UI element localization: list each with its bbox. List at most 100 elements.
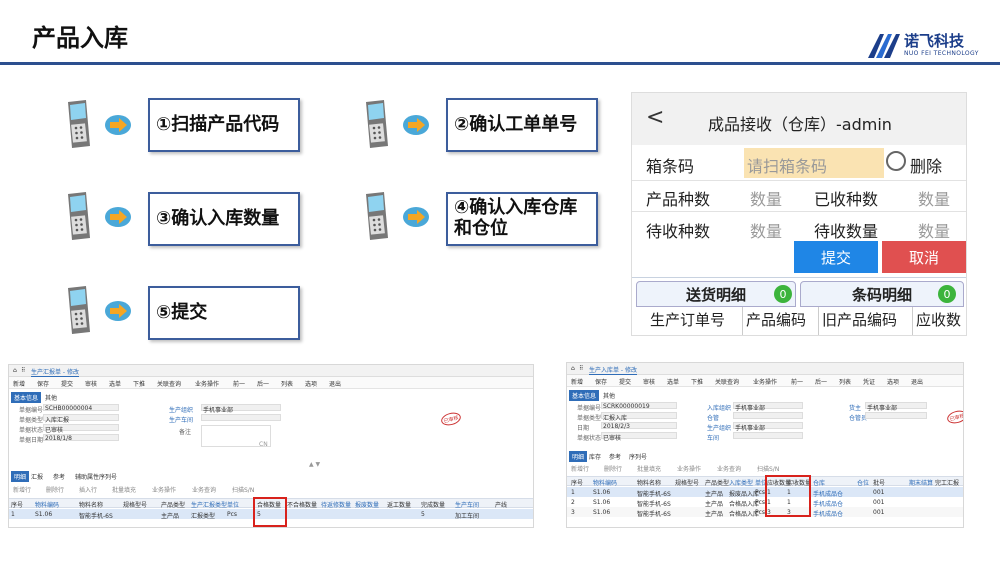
toolbar-button[interactable]: 审核 bbox=[85, 379, 97, 388]
column-header[interactable]: 报废数量 bbox=[355, 500, 379, 509]
toolbar-button[interactable]: 新增 bbox=[13, 379, 25, 388]
toolbar-button[interactable]: 选项 bbox=[305, 379, 317, 388]
column-header[interactable]: 期末结算 bbox=[909, 478, 933, 487]
toolbar-button[interactable]: 关联查询 bbox=[157, 379, 181, 388]
detail-op-button[interactable]: 业务操作 bbox=[677, 464, 701, 473]
tab-document[interactable]: 生产汇报单 - 修改 bbox=[31, 367, 79, 377]
org-input[interactable] bbox=[733, 432, 803, 439]
column-header[interactable]: 批号 bbox=[873, 478, 885, 487]
tab-detail[interactable]: 参考 bbox=[53, 472, 65, 481]
toolbar-button[interactable]: 前一 bbox=[233, 379, 245, 388]
table-cell: 智能手机-6S bbox=[79, 513, 113, 520]
column-header[interactable]: 物料编码 bbox=[593, 478, 617, 487]
column-header: 产品编码 bbox=[746, 311, 807, 329]
grid-icon[interactable]: ⠿ bbox=[579, 365, 583, 372]
scanner-phone-icon bbox=[358, 190, 392, 242]
delete-radio[interactable] bbox=[886, 151, 906, 171]
tab-basic-info[interactable]: 基本信息 bbox=[11, 392, 42, 403]
tab-other[interactable]: 其他 bbox=[603, 391, 615, 400]
toolbar-button[interactable]: 后一 bbox=[815, 377, 827, 386]
toolbar-button[interactable]: 关联查询 bbox=[715, 377, 739, 386]
tab-detail[interactable]: 明细 bbox=[569, 451, 588, 462]
home-icon[interactable]: ⌂ bbox=[13, 367, 17, 374]
tab-document[interactable]: 生产入库单 - 修改 bbox=[589, 365, 637, 375]
detail-op-button[interactable]: 删除行 bbox=[604, 464, 622, 473]
column-header[interactable]: 仓位 bbox=[857, 478, 869, 487]
detail-op-button[interactable]: 业务查询 bbox=[717, 464, 741, 473]
column-header[interactable]: 规格型号 bbox=[123, 500, 147, 509]
toolbar-button[interactable]: 下推 bbox=[133, 379, 145, 388]
cancel-button[interactable]: 取消 bbox=[882, 241, 966, 273]
toolbar-button[interactable]: 选单 bbox=[109, 379, 121, 388]
column-header[interactable]: 物料编码 bbox=[35, 500, 59, 509]
detail-op-button[interactable]: 批量填充 bbox=[112, 485, 136, 494]
detail-op-button[interactable]: 扫描S/N bbox=[757, 464, 779, 473]
tab-detail[interactable]: 库存 bbox=[589, 452, 601, 461]
column-header[interactable]: 物料名称 bbox=[79, 500, 103, 509]
column-header[interactable]: 序号 bbox=[571, 478, 583, 487]
column-header[interactable]: 生产车间 bbox=[455, 500, 479, 509]
detail-op-button[interactable]: 删除行 bbox=[46, 485, 64, 494]
column-header[interactable]: 规格型号 bbox=[675, 478, 699, 487]
toolbar-button[interactable]: 新增 bbox=[571, 377, 583, 386]
tab-basic-info[interactable]: 基本信息 bbox=[569, 390, 600, 401]
tab-other[interactable]: 其他 bbox=[45, 393, 57, 402]
detail-op-button[interactable]: 插入行 bbox=[79, 485, 97, 494]
table-cell: 1 bbox=[571, 489, 575, 496]
column-header[interactable]: 完成数量 bbox=[421, 500, 445, 509]
toolbar-button[interactable]: 下推 bbox=[691, 377, 703, 386]
toolbar-button[interactable]: 选项 bbox=[887, 377, 899, 386]
grid-icon[interactable]: ⠿ bbox=[21, 367, 25, 374]
tab-delivery-detail[interactable]: 送货明细 bbox=[636, 281, 796, 307]
column-header[interactable]: 生产汇报类型 bbox=[191, 500, 227, 509]
toolbar-button[interactable]: 前一 bbox=[791, 377, 803, 386]
toolbar-button[interactable]: 选单 bbox=[667, 377, 679, 386]
column-header[interactable]: 不合格数量 bbox=[287, 500, 317, 509]
column-header[interactable]: 完工汇报 bbox=[935, 478, 959, 487]
tab-detail[interactable]: 汇报 bbox=[31, 472, 43, 481]
collapse-icon[interactable]: ▲ ▼ bbox=[309, 461, 320, 468]
toolbar-button[interactable]: 退出 bbox=[329, 379, 341, 388]
toolbar-button[interactable]: 业务操作 bbox=[195, 379, 219, 388]
detail-op-button[interactable]: 新增行 bbox=[571, 464, 589, 473]
tab-detail[interactable]: 参考 bbox=[609, 452, 621, 461]
toolbar-button[interactable]: 保存 bbox=[37, 379, 49, 388]
home-icon[interactable]: ⌂ bbox=[571, 365, 575, 372]
tab-detail[interactable]: 辅助属性序列号 bbox=[75, 472, 117, 481]
column-header[interactable]: 物料名称 bbox=[637, 478, 661, 487]
toolbar-button[interactable]: 凭证 bbox=[863, 377, 875, 386]
column-header[interactable]: 返工数量 bbox=[387, 500, 411, 509]
submit-button[interactable]: 提交 bbox=[794, 241, 878, 273]
toolbar-button[interactable]: 列表 bbox=[839, 377, 851, 386]
toolbar-button[interactable]: 审核 bbox=[643, 377, 655, 386]
table-cell: 001 bbox=[873, 489, 885, 496]
detail-op-button[interactable]: 批量填充 bbox=[637, 464, 661, 473]
detail-op-button[interactable]: 新增行 bbox=[13, 485, 31, 494]
toolbar-button[interactable]: 提交 bbox=[61, 379, 73, 388]
toolbar-button[interactable]: 提交 bbox=[619, 377, 631, 386]
column-header[interactable]: 单位 bbox=[227, 500, 239, 509]
detail-op-button[interactable]: 扫描S/N bbox=[232, 485, 254, 494]
column-header[interactable]: 产线 bbox=[495, 500, 507, 509]
back-icon[interactable]: < bbox=[646, 105, 664, 130]
column-header[interactable]: 仓库 bbox=[813, 478, 825, 487]
column-header[interactable]: 待返修数量 bbox=[321, 500, 351, 509]
column-header[interactable]: 入库类型 bbox=[729, 478, 753, 487]
owner-label: 货主 bbox=[849, 405, 862, 412]
toolbar-button[interactable]: 退出 bbox=[911, 377, 923, 386]
toolbar-button[interactable]: 保存 bbox=[595, 377, 607, 386]
org-input[interactable] bbox=[733, 412, 803, 419]
box-code-input[interactable]: 请扫箱条码 bbox=[744, 148, 884, 178]
toolbar-button[interactable]: 列表 bbox=[281, 379, 293, 388]
detail-op-button[interactable]: 业务操作 bbox=[152, 485, 176, 494]
column-header[interactable]: 产品类型 bbox=[161, 500, 185, 509]
tab-detail[interactable]: 序列号 bbox=[629, 452, 647, 461]
tab-detail[interactable]: 明细 bbox=[11, 471, 30, 482]
workshop-input[interactable] bbox=[201, 414, 281, 421]
toolbar-button[interactable]: 业务操作 bbox=[753, 377, 777, 386]
owner-input[interactable] bbox=[865, 412, 927, 419]
detail-op-button[interactable]: 业务查询 bbox=[192, 485, 216, 494]
column-header[interactable]: 序号 bbox=[11, 500, 23, 509]
toolbar-button[interactable]: 后一 bbox=[257, 379, 269, 388]
column-header[interactable]: 产品类型 bbox=[705, 478, 729, 487]
